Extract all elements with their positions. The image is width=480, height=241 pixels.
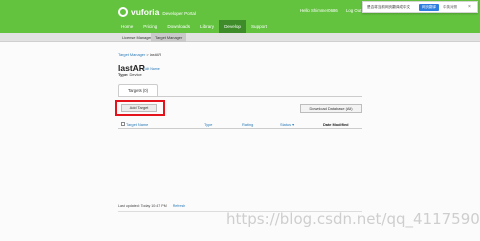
nav-support[interactable]: Support [246,20,272,33]
tab-divider [118,96,362,97]
nav-home[interactable]: Home [116,20,138,33]
column-date-modified[interactable]: Date Modified [323,122,349,127]
main-nav: Home Pricing Downloads Library Develop S… [116,20,272,33]
type-label: Type: [118,72,129,77]
column-rating[interactable]: Rating [242,122,253,127]
close-icon[interactable]: × [468,4,471,10]
subnav-target-manager[interactable]: Target Manager [151,33,187,42]
sub-navigation: License Manager Target Manager [0,33,480,42]
nav-pricing[interactable]: Pricing [138,20,162,33]
translate-message: 是否将当前网页翻译成中文 [367,5,411,9]
logo-icon [118,7,128,17]
column-status[interactable]: Status ▾ [280,122,294,127]
nav-develop[interactable]: Develop [219,20,246,33]
edit-name-link[interactable]: Edit Name [143,67,160,71]
select-all-checkbox[interactable] [121,122,125,126]
user-greeting[interactable]: Hello Shimmer0686 [300,8,338,13]
last-updated-text: Last updated: Today 10:47 PM [118,204,167,208]
download-database-button[interactable]: Download Database (All) [300,104,362,113]
breadcrumb-separator: > [146,52,149,57]
brand-subtitle: Developer Portal [162,10,196,16]
footer-status: Last updated: Today 10:47 PM Refresh [118,204,185,208]
translate-button[interactable]: 网页翻译 [419,4,439,11]
column-type[interactable]: Type [204,122,212,127]
watermark-text: https://blog.csdn.net/qq_41175905 [226,210,480,228]
column-target-name[interactable]: Target Name [126,122,148,127]
breadcrumb-target-manager[interactable]: Target Manager [118,52,145,57]
nav-downloads[interactable]: Downloads [162,20,195,33]
bilingual-link[interactable]: 中英对照 [443,5,457,10]
logout-link[interactable]: Log Out [346,8,361,13]
highlight-box [115,100,165,116]
type-value: Device [129,72,142,77]
tab-targets[interactable]: Targets (0) [118,84,158,96]
vuforia-logo[interactable]: vuforia Developer Portal [118,6,196,18]
translate-popup: 是否将当前网页翻译成中文 网页翻译 中英对照 × [362,1,478,13]
refresh-link[interactable]: Refresh [173,204,186,208]
breadcrumb: Target Manager > lastAR [118,52,161,57]
brand-name: vuforia [131,7,160,17]
database-type: Type: Device [118,72,142,77]
targets-table-header: Target Name Type Rating Status ▾ Date Mo… [118,120,362,129]
nav-library[interactable]: Library [195,20,219,33]
breadcrumb-current: lastAR [149,52,162,57]
